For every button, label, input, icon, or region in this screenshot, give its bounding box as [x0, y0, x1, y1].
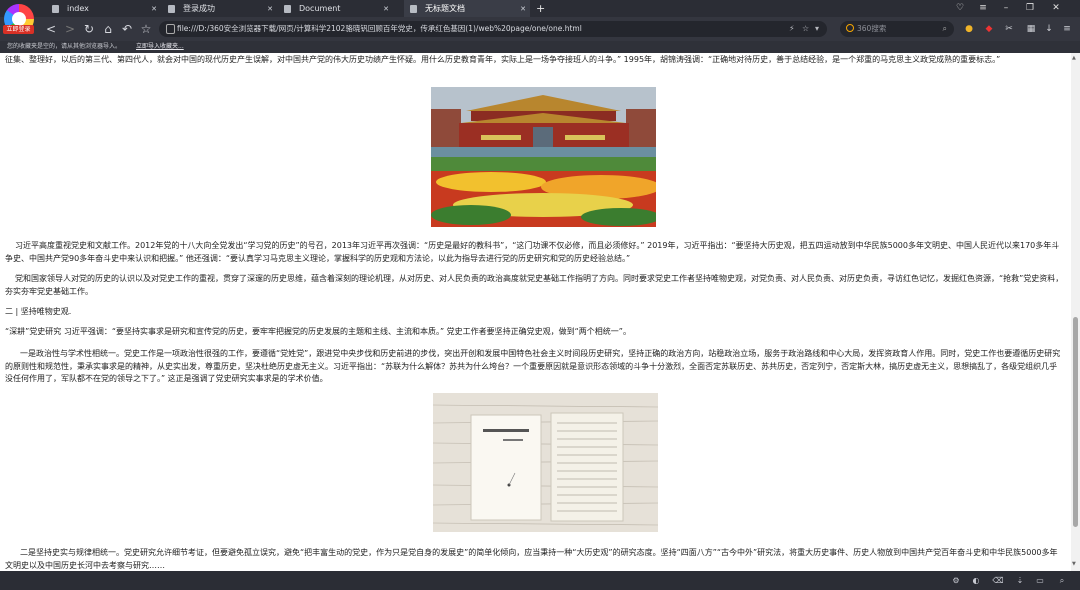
game-icon[interactable]: ◆: [982, 21, 996, 37]
scroll-up-icon[interactable]: ▲: [1072, 55, 1076, 61]
import-bookmarks-link[interactable]: 立即导入收藏夹...: [136, 41, 184, 53]
search-icon: [846, 24, 854, 32]
close-icon[interactable]: ✕: [520, 5, 526, 13]
tab-login-success[interactable]: 登录成功 ✕: [162, 0, 277, 17]
undo-icon[interactable]: ↶: [119, 21, 135, 37]
paragraph: 习近平高度重视党史和文献工作。2012年党的十八大向全党发出“学习党的历史”的号…: [5, 241, 1060, 263]
paragraph: 一是政治性与学术性相统一。党史工作是一项政治性很强的工作，要遵循“党姓党”，跟进…: [5, 349, 1061, 383]
sound-icon[interactable]: ◐: [970, 574, 982, 587]
search-box[interactable]: 360搜索 ⌕: [840, 21, 954, 37]
tab-bar: index ✕ 登录成功 ✕ Document ✕ 无标题文档 ✕ + ♡ ≡ – ❐ …: [0, 0, 1080, 17]
status-bar: ⚙ ◐ ⌫ ⇣ ▭ ⌕: [0, 571, 1080, 590]
new-tab-icon[interactable]: +: [536, 0, 545, 17]
tools-icon[interactable]: ✂: [1002, 21, 1016, 37]
tab-label: index: [67, 4, 89, 13]
minimize-icon[interactable]: –: [996, 0, 1016, 17]
bookmarks-bar: 您的收藏夹是空的，请从其他浏览器导入。 立即导入收藏夹...: [0, 41, 1080, 53]
document-icon: [410, 4, 417, 13]
shield-icon[interactable]: ♡: [950, 0, 970, 17]
close-icon[interactable]: ✕: [151, 5, 157, 13]
tiananmen-image: [431, 87, 656, 227]
star-icon[interactable]: ☆: [138, 21, 154, 37]
dropdown-icon[interactable]: ▾: [815, 21, 819, 37]
document-icon: [52, 4, 59, 13]
bookmark-star-icon[interactable]: ☆: [802, 21, 809, 37]
delete-icon[interactable]: ⌫: [992, 574, 1004, 587]
scroll-down-icon[interactable]: ▼: [1072, 561, 1076, 567]
section-heading: 二 | 坚持唯物史观.: [5, 307, 72, 316]
search-placeholder: 360搜索: [857, 24, 887, 33]
window-close-icon[interactable]: ✕: [1046, 0, 1066, 17]
page-content: 征集、整理好，以后的第三代、第四代人，就会对中国的现代历史产生误解，对中国共产党…: [0, 53, 1071, 571]
close-icon[interactable]: ✕: [267, 5, 273, 13]
home-icon[interactable]: ⌂: [100, 21, 116, 37]
back-icon[interactable]: <: [43, 21, 59, 37]
search-icon[interactable]: ⌕: [1056, 574, 1068, 587]
manuscript-image: [433, 393, 658, 532]
download-icon[interactable]: ↓: [1042, 21, 1056, 37]
tab-label: 无标题文档: [425, 4, 465, 13]
tab-untitled-document[interactable]: 无标题文档 ✕: [404, 0, 530, 17]
reload-icon[interactable]: ↻: [81, 21, 97, 37]
scrollbar-thumb[interactable]: [1073, 317, 1078, 527]
search-submit-icon[interactable]: ⌕: [943, 21, 947, 37]
address-bar[interactable]: file:///D:/360安全浏览器下载/网页/计算科学2102骆晓钒回顾百年…: [159, 21, 827, 37]
tab-label: Document: [299, 4, 341, 13]
close-icon[interactable]: ✕: [383, 5, 389, 13]
login-badge[interactable]: 立即登录: [3, 25, 34, 34]
tab-document[interactable]: Document ✕: [278, 0, 393, 17]
bookmarks-empty-notice: 您的收藏夹是空的，请从其他浏览器导入。: [7, 43, 122, 50]
document-icon: [168, 4, 175, 13]
restore-icon[interactable]: ❐: [1020, 0, 1040, 17]
download-icon[interactable]: ⇣: [1014, 574, 1026, 587]
paragraph: 党和国家领导人对党的历史的认识以及对党史工作的重视，贯穿了深邃的历史思维，蕴含着…: [5, 274, 1064, 296]
url-text[interactable]: file:///D:/360安全浏览器下载/网页/计算科学2102骆晓钒回顾百年…: [177, 21, 582, 37]
tab-label: 登录成功: [183, 4, 215, 13]
accelerate-icon[interactable]: ⚙: [950, 574, 962, 587]
menu-icon[interactable]: ≡: [1060, 21, 1074, 37]
window-icon[interactable]: ▭: [1034, 574, 1046, 587]
menu-icon[interactable]: ≡: [973, 0, 993, 17]
tab-index[interactable]: index ✕: [46, 0, 161, 17]
document-icon: [284, 4, 291, 13]
lightning-icon[interactable]: ⚡: [789, 21, 795, 37]
account-icon[interactable]: ●: [962, 21, 976, 37]
grid-icon[interactable]: ▦: [1024, 21, 1038, 37]
navigation-bar: < > ↻ ⌂ ↶ ☆ file:///D:/360安全浏览器下载/网页/计算科…: [0, 17, 1080, 41]
paragraph: “深耕”党史研究 习近平强调：“要坚持实事求是研究和宣传党的历史，要牢牢把握党的…: [5, 327, 631, 336]
forward-icon[interactable]: >: [62, 21, 78, 37]
paragraph: 二是坚持史实与规律相统一。党史研究允许细节考证，但要避免孤立误究，避免“把丰富生…: [5, 548, 1058, 570]
vertical-scrollbar[interactable]: ▲ ▼: [1071, 53, 1080, 571]
page-info-icon[interactable]: [166, 24, 175, 34]
paragraph: 征集、整理好，以后的第三代、第四代人，就会对中国的现代历史产生误解，对中国共产党…: [5, 55, 1001, 64]
